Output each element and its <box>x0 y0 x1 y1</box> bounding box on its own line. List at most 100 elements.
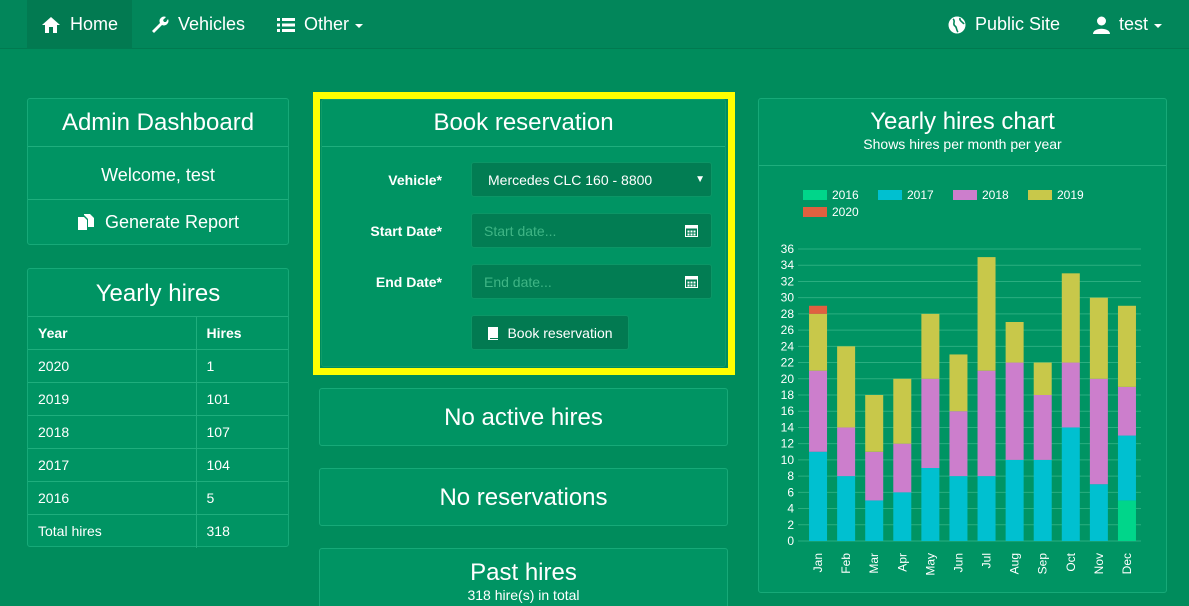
bar-segment-May-2018[interactable] <box>921 378 940 468</box>
bar-segment-Feb-2019[interactable] <box>837 346 856 428</box>
cell-hires: 107 <box>196 415 288 449</box>
vehicle-select-value: Mercedes CLC 160 - 8800 <box>488 171 653 188</box>
book-reservation-title: Book reservation <box>433 109 614 136</box>
end-date-input[interactable]: End date... <box>471 264 672 299</box>
end-date-calendar-button[interactable] <box>671 264 712 299</box>
bar-segment-Nov-2018[interactable] <box>1089 378 1108 485</box>
vehicle-label: Vehicle* <box>388 172 442 188</box>
bar-segment-Apr-2018[interactable] <box>893 443 912 493</box>
bar-segment-Mar-2018[interactable] <box>865 451 884 501</box>
bar-segment-Dec-2019[interactable] <box>1117 305 1136 387</box>
y-tick-label: 20 <box>781 372 795 386</box>
bar-segment-Nov-2017[interactable] <box>1089 484 1108 541</box>
start-date-calendar-button[interactable] <box>671 213 712 248</box>
bar-segment-Dec-2016[interactable] <box>1117 500 1136 541</box>
generate-report-label: Generate Report <box>104 211 240 232</box>
y-tick-label: 12 <box>781 437 795 451</box>
bar-segment-May-2017[interactable] <box>921 468 940 541</box>
bar-segment-Jul-2018[interactable] <box>977 370 996 477</box>
x-tick-label: Nov <box>1092 553 1106 574</box>
bar-segment-Feb-2017[interactable] <box>837 476 856 541</box>
bar-segment-Jan-2017[interactable] <box>809 451 828 541</box>
legend-label-2019[interactable]: 2019 <box>1057 188 1084 202</box>
end-date-label: End Date* <box>375 274 442 290</box>
bar-segment-Mar-2017[interactable] <box>865 500 884 541</box>
copy-icon <box>77 214 94 230</box>
nav-vehicles-label: Vehicles <box>178 14 246 34</box>
table-row: 2016 5 <box>28 481 288 515</box>
hires-chart: 2016 2017 2018 2019202002468101214161820222… <box>781 188 1141 576</box>
bar-segment-Dec-2018[interactable] <box>1117 386 1136 436</box>
bar-segment-May-2019[interactable] <box>921 313 940 379</box>
cell-hires: 104 <box>196 448 288 482</box>
bar-segment-Jun-2018[interactable] <box>949 411 968 477</box>
bar-segment-Feb-2018[interactable] <box>837 427 856 477</box>
legend-label-2017[interactable]: 2017 <box>907 188 934 202</box>
legend-swatch-2017[interactable] <box>878 190 902 200</box>
bar-segment-Jan-2019[interactable] <box>809 313 828 371</box>
y-tick-label: 36 <box>781 242 795 256</box>
active-hires-title: No active hires <box>444 404 603 431</box>
y-tick-label: 28 <box>781 307 795 321</box>
nav-public-site[interactable]: Public Site <box>934 0 1074 49</box>
bar-segment-Aug-2017[interactable] <box>1005 459 1024 541</box>
bar-segment-Jul-2019[interactable] <box>977 257 996 371</box>
admin-dashboard-panel: Admin Dashboard Welcome, test Generate R… <box>27 98 289 245</box>
bar-segment-Oct-2018[interactable] <box>1061 362 1080 428</box>
bar-segment-Aug-2018[interactable] <box>1005 362 1024 460</box>
bar-segment-Jun-2017[interactable] <box>949 476 968 541</box>
bar-segment-Dec-2017[interactable] <box>1117 435 1136 501</box>
x-tick-label: Aug <box>1008 553 1022 574</box>
x-tick-label: Jan <box>811 553 825 572</box>
nav-user-menu[interactable]: test <box>1079 0 1176 49</box>
start-date-input[interactable]: Start date... <box>471 213 672 248</box>
caret-down-icon <box>1154 24 1163 28</box>
nav-other-label: Other <box>304 14 350 34</box>
nav-home[interactable]: Home <box>27 0 133 49</box>
bar-segment-Jun-2019[interactable] <box>949 354 968 412</box>
legend-swatch-2016[interactable] <box>803 190 827 200</box>
yearly-hires-table: Year Hires 2020 1 2019 101 2018 107 2017 104… <box>28 316 288 548</box>
bar-segment-Apr-2017[interactable] <box>893 492 912 541</box>
wrench-icon <box>152 16 169 33</box>
select-arrow-icon: ▼ <box>695 174 705 185</box>
bar-segment-Sep-2019[interactable] <box>1033 362 1052 395</box>
bar-segment-Aug-2019[interactable] <box>1005 322 1024 363</box>
bar-segment-Oct-2017[interactable] <box>1061 427 1080 541</box>
y-tick-label: 18 <box>781 388 795 402</box>
start-date-label: Start Date* <box>370 223 442 239</box>
generate-report-button[interactable]: Generate Report <box>28 199 288 244</box>
y-tick-label: 4 <box>787 502 794 516</box>
list-icon <box>277 17 295 32</box>
nav-other[interactable]: Other <box>263 0 377 49</box>
reservations-panel: No reservations <box>319 468 728 526</box>
bar-segment-Apr-2019[interactable] <box>893 378 912 444</box>
bar-segment-Jan-2018[interactable] <box>809 370 828 452</box>
book-reservation-button[interactable]: Book reservation <box>471 315 629 350</box>
x-tick-label: May <box>923 553 937 576</box>
cell-year: 2018 <box>28 415 197 449</box>
bar-segment-Sep-2017[interactable] <box>1033 459 1052 541</box>
y-tick-label: 26 <box>781 323 795 337</box>
vehicle-select[interactable]: Mercedes CLC 160 - 8800 ▼ <box>471 162 712 197</box>
divider <box>322 146 725 147</box>
y-tick-label: 22 <box>781 356 795 370</box>
bar-segment-Nov-2019[interactable] <box>1089 297 1108 379</box>
bar-segment-Jan-2020[interactable] <box>809 305 828 314</box>
cell-year: 2020 <box>28 349 197 383</box>
legend-label-2020[interactable]: 2020 <box>832 205 859 219</box>
x-tick-label: Feb <box>839 553 853 574</box>
bar-segment-Jul-2017[interactable] <box>977 476 996 541</box>
legend-label-2016[interactable]: 2016 <box>832 188 859 202</box>
nav-vehicles[interactable]: Vehicles <box>136 0 259 49</box>
nav-user-label: test <box>1119 14 1149 34</box>
legend-swatch-2018[interactable] <box>953 190 977 200</box>
cell-hires: 5 <box>196 481 288 515</box>
legend-swatch-2019[interactable] <box>1028 190 1052 200</box>
bar-segment-Oct-2019[interactable] <box>1061 273 1080 363</box>
bar-segment-Mar-2019[interactable] <box>865 395 884 452</box>
legend-swatch-2020[interactable] <box>803 207 827 217</box>
column-header-hires: Hires <box>196 316 288 350</box>
legend-label-2018[interactable]: 2018 <box>982 188 1009 202</box>
bar-segment-Sep-2018[interactable] <box>1033 395 1052 460</box>
